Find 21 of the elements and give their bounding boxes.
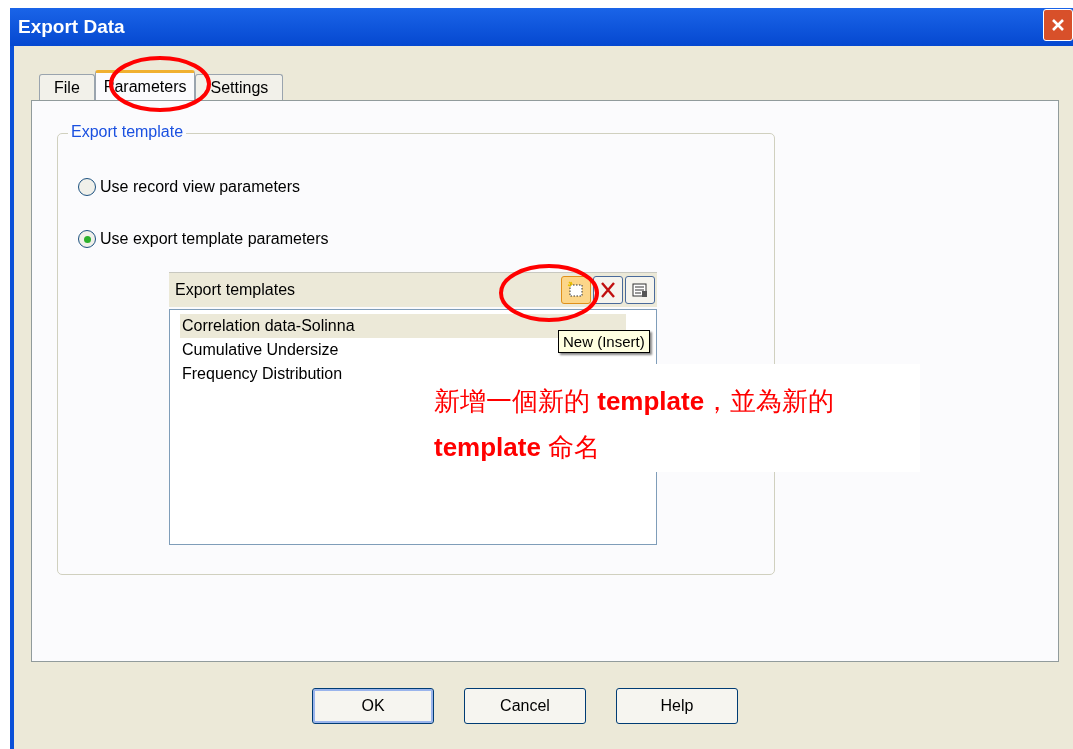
properties-button[interactable] [625,276,655,304]
window-title: Export Data [18,16,125,38]
tab[interactable]: File [39,74,95,100]
new-button[interactable] [561,276,591,304]
new-document-icon [567,281,585,299]
annotation-text: 新增一個新的 template，並為新的 template 命名 [434,386,835,462]
delete-icon [599,281,617,299]
document-icon [631,281,649,299]
list-item[interactable]: Frequency Distribution [180,362,343,386]
group-title: Export template [68,123,187,141]
dialog-button[interactable]: OK [312,687,434,724]
tooltip: New (Insert) [558,330,650,353]
list-title: Export templates [175,281,296,299]
dialog-button[interactable]: Help [616,687,738,724]
radio-option[interactable]: Use record view parameters [78,174,774,200]
list-item[interactable]: Cumulative Undersize [180,338,339,362]
dialog-button[interactable]: Cancel [464,687,586,724]
tab[interactable]: Settings [195,74,284,100]
close-icon [1050,17,1066,33]
radio-option[interactable]: Use export template parameters [78,226,774,252]
close-button[interactable] [1043,9,1073,41]
